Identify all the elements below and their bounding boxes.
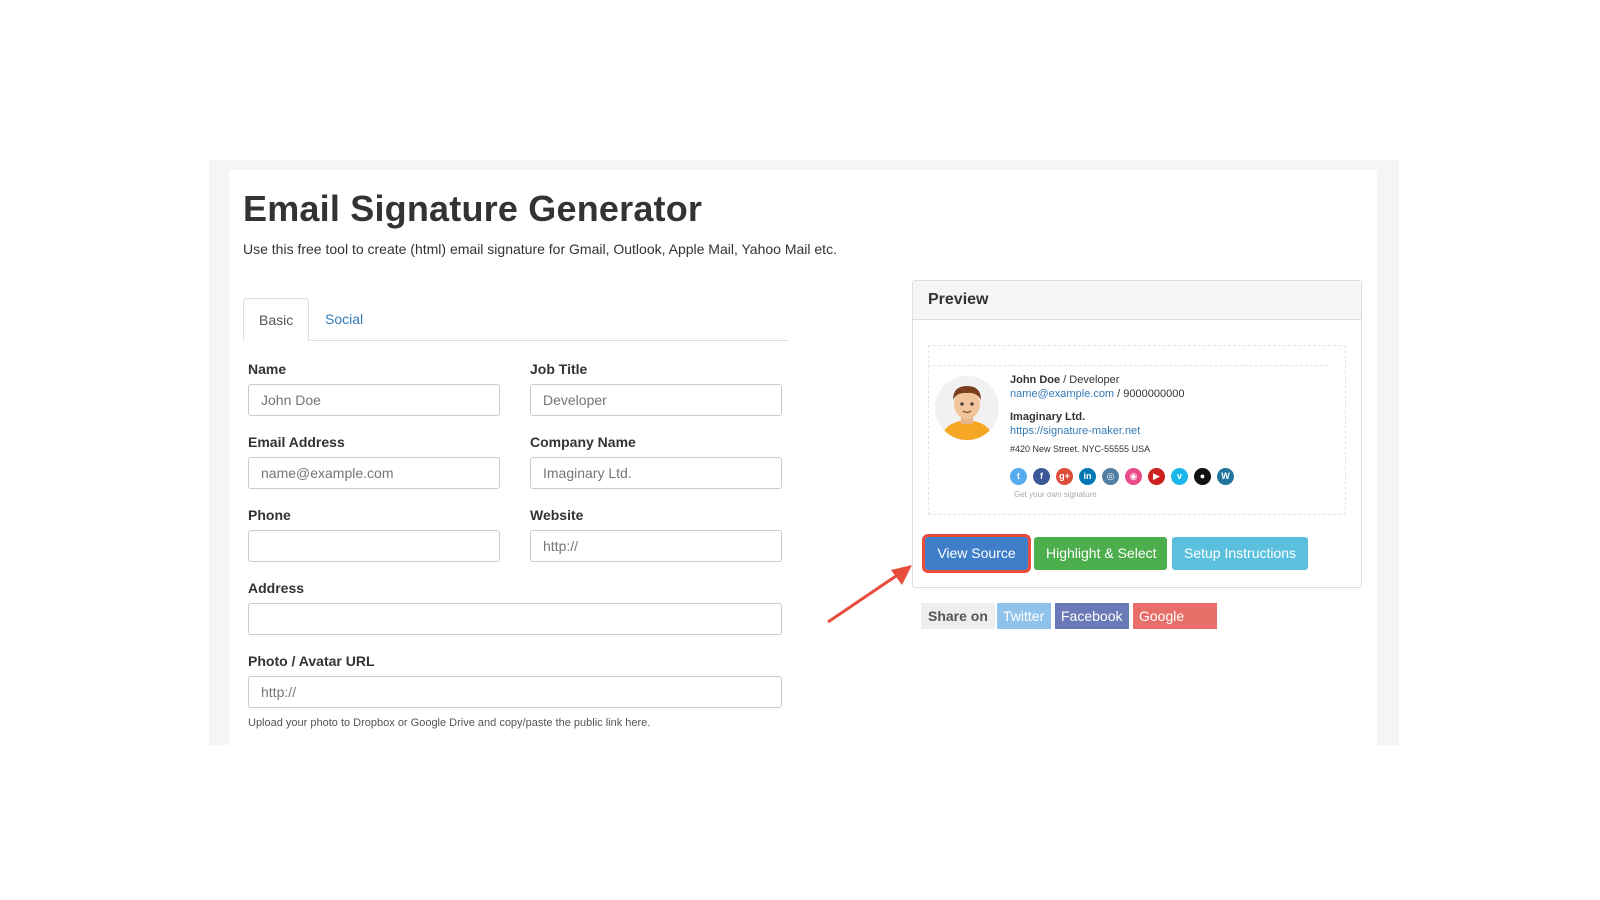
setup-instructions-button[interactable]: Setup Instructions [1172, 537, 1308, 570]
vimeo-icon[interactable]: v [1171, 468, 1188, 485]
preview-heading: Preview [913, 281, 1361, 320]
dribbble-icon[interactable]: ◉ [1125, 468, 1142, 485]
twitter-icon[interactable]: t [1010, 468, 1027, 485]
share-facebook-button[interactable]: Facebook [1055, 603, 1129, 629]
share-on-label: Share on [921, 603, 995, 629]
red-arrow-annotation [827, 565, 912, 624]
facebook-icon[interactable]: f [1033, 468, 1050, 485]
highlight-select-button[interactable]: Highlight & Select [1034, 537, 1167, 570]
page-title: Email Signature Generator [243, 188, 703, 229]
linkedin-icon[interactable]: in [1079, 468, 1096, 485]
company-input[interactable] [530, 457, 782, 489]
social-icons-row: t f g+ in ◎ ◉ ▶ v ● W [1010, 468, 1240, 486]
avatar [935, 376, 999, 440]
signature-separator: / [1114, 388, 1124, 400]
signature-name: John Doe [1010, 374, 1061, 386]
photo-help-text: Upload your photo to Dropbox or Google D… [248, 717, 651, 729]
address-input[interactable] [248, 603, 782, 635]
signature-phone: 9000000000 [1123, 388, 1185, 400]
job-title-label: Job Title [530, 361, 588, 377]
signature-job: Developer [1069, 374, 1120, 386]
signature-name-line: John Doe / Developer [1010, 374, 1119, 386]
share-twitter-button[interactable]: Twitter [997, 603, 1051, 629]
job-title-input[interactable] [530, 384, 782, 416]
email-label: Email Address [248, 434, 345, 450]
signature-separator: / [1060, 374, 1070, 386]
name-input[interactable] [248, 384, 500, 416]
signature-divider [928, 365, 1328, 366]
github-icon[interactable]: ● [1194, 468, 1211, 485]
signature-contact-line: name@example.com / 9000000000 [1010, 388, 1184, 400]
instagram-icon[interactable]: ◎ [1102, 468, 1119, 485]
page-subtitle: Use this free tool to create (html) emai… [243, 241, 837, 257]
signature-company: Imaginary Ltd. [1010, 411, 1086, 423]
view-source-button[interactable]: View Source [922, 534, 1031, 573]
signature-address: #420 New Street. NYC-55555 USA [1010, 444, 1151, 454]
signature-website-link[interactable]: https://signature-maker.net [1010, 425, 1140, 437]
youtube-icon[interactable]: ▶ [1148, 468, 1165, 485]
phone-input[interactable] [248, 530, 500, 562]
photo-label: Photo / Avatar URL [248, 653, 375, 669]
email-input[interactable] [248, 457, 500, 489]
website-label: Website [530, 507, 584, 523]
tab-basic[interactable]: Basic [243, 298, 310, 341]
address-label: Address [248, 580, 305, 596]
company-label: Company Name [530, 434, 636, 450]
phone-label: Phone [248, 507, 291, 523]
tab-social[interactable]: Social [310, 298, 378, 340]
form-tabs: Basic Social [243, 298, 788, 341]
name-label: Name [248, 361, 287, 377]
photo-url-input[interactable] [248, 676, 782, 708]
website-input[interactable] [530, 530, 782, 562]
signature-email-link[interactable]: name@example.com [1010, 388, 1114, 400]
wordpress-icon[interactable]: W [1217, 468, 1234, 485]
get-your-own-link[interactable]: Get your own signature [1014, 490, 1097, 499]
google-plus-icon[interactable]: g+ [1056, 468, 1073, 485]
share-google-plus-button[interactable]: Google Plus [1133, 603, 1217, 650]
